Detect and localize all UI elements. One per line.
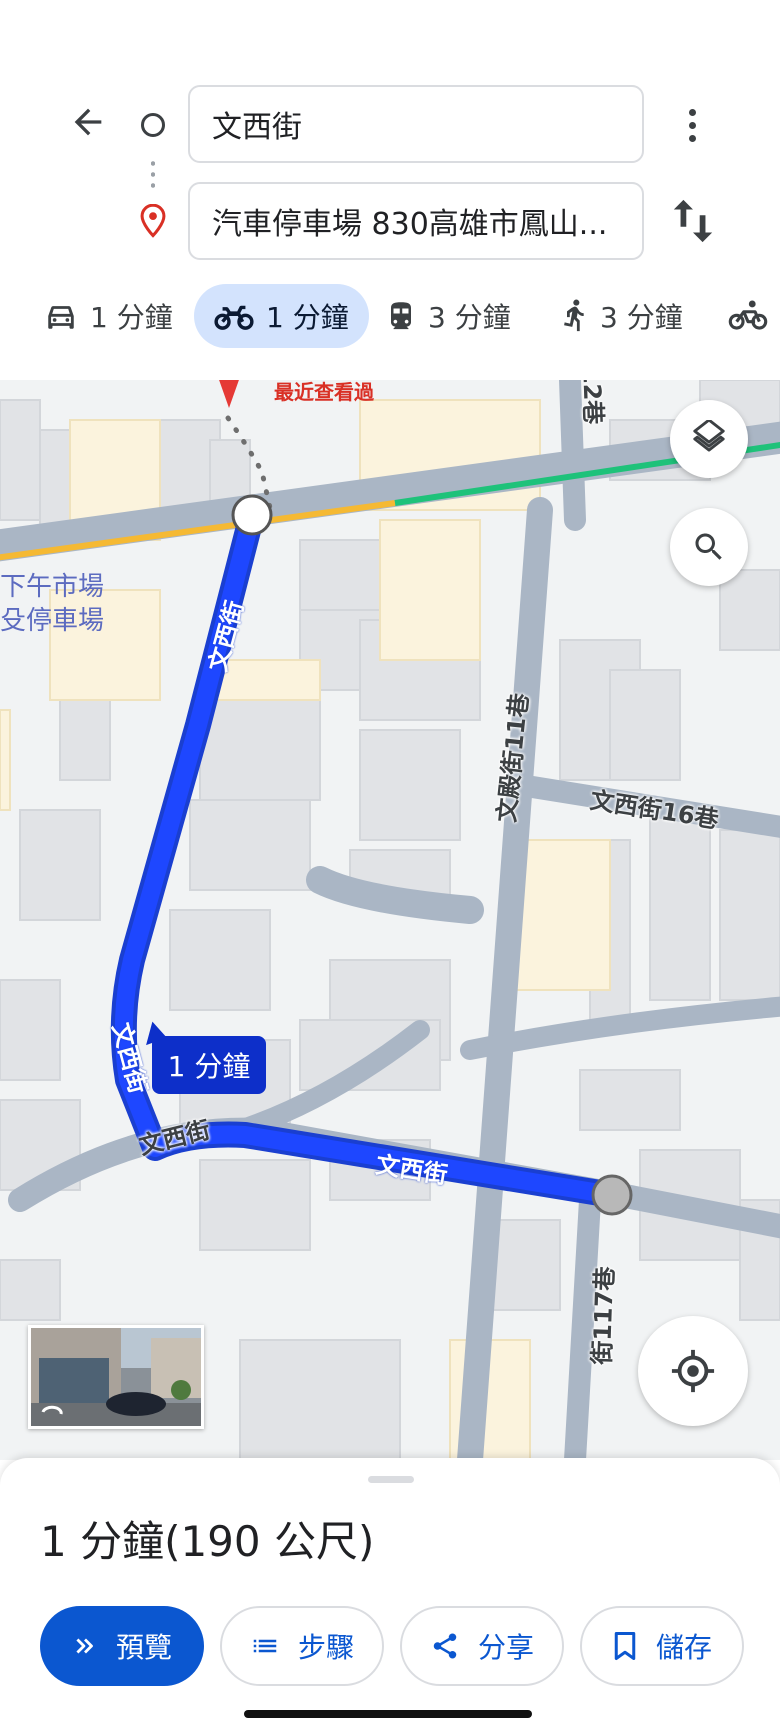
back-button[interactable] — [62, 96, 114, 148]
swap-vert-icon — [673, 199, 713, 243]
walk-icon — [564, 299, 584, 332]
bookmark-icon — [614, 1632, 636, 1660]
route-summary: 1 分鐘(190 公尺) — [40, 1508, 374, 1569]
preview-label: 預覽 — [115, 1631, 172, 1664]
double-chevron-icon — [76, 1638, 93, 1654]
more-vert-icon — [688, 108, 696, 116]
street-label-lane-117: 街117巷 — [587, 1266, 620, 1366]
route-bottom-sheet: 1 分鐘(190 公尺) 預覽 步驟 分享 儲存 — [0, 1458, 780, 1733]
motorcycle-icon — [214, 305, 254, 330]
travel-mode-bar: 1 分鐘 1 分鐘 3 分鐘 3 分鐘 — [0, 282, 780, 352]
mode-motorcycle-time: 1 分鐘 — [266, 301, 349, 334]
more-options-button[interactable] — [672, 100, 712, 150]
street-view-thumbnail[interactable] — [28, 1325, 204, 1429]
share-button[interactable]: 分享 — [400, 1606, 564, 1686]
mode-car-time: 1 分鐘 — [90, 301, 173, 334]
route-duration: 1 分鐘 — [40, 1517, 165, 1566]
destination-text: 汽車停車場 830高雄市鳳山... — [212, 207, 608, 242]
layers-button[interactable] — [670, 400, 748, 478]
map-base — [0, 380, 780, 1460]
steps-label: 步驟 — [297, 1631, 354, 1664]
back-arrow-icon — [74, 108, 102, 136]
share-icon — [433, 1633, 457, 1659]
mode-bicycle[interactable] — [728, 284, 768, 348]
place-label-parking: 殳停車場 — [0, 606, 105, 636]
home-indicator — [244, 1710, 532, 1718]
search-icon — [695, 533, 722, 560]
destination-pin-icon — [138, 203, 168, 242]
map-view[interactable]: 最近查看過 下午市場 殳停車場 文西街 文西街 文西街 文西街 文殿街11巷 文… — [0, 380, 780, 1460]
origin-circle-icon — [141, 113, 165, 137]
save-button[interactable]: 儲存 — [580, 1606, 744, 1686]
route-time-bubble[interactable]: 1 分鐘 — [152, 1036, 266, 1094]
my-location-icon — [671, 1349, 715, 1393]
train-icon — [391, 302, 411, 330]
layers-icon — [693, 420, 725, 452]
preview-button[interactable]: 預覽 — [40, 1606, 204, 1686]
directions-header: 文西街 汽車停車場 830高雄市鳳山... 1 分鐘 1 分鐘 3 分鐘 3 分… — [0, 0, 780, 380]
recently-viewed-label: 最近查看過 — [274, 380, 374, 404]
mode-walk[interactable]: 3 分鐘 — [560, 284, 683, 348]
save-label: 儲存 — [655, 1631, 712, 1664]
map-search-button[interactable] — [670, 508, 748, 586]
car-icon — [48, 306, 74, 329]
destination-input[interactable]: 汽車停車場 830高雄市鳳山... — [188, 182, 644, 260]
route-connector-dots — [151, 158, 155, 190]
origin-text: 文西街 — [212, 110, 302, 145]
origin-input[interactable]: 文西街 — [188, 85, 644, 163]
mode-transit[interactable]: 3 分鐘 — [386, 284, 511, 348]
share-label: 分享 — [477, 1631, 534, 1664]
mode-car[interactable]: 1 分鐘 — [44, 284, 173, 348]
route-distance: (190 公尺) — [164, 1517, 375, 1566]
swap-locations-button[interactable] — [670, 196, 716, 246]
mode-transit-time: 3 分鐘 — [428, 301, 511, 334]
my-location-button[interactable] — [638, 1316, 748, 1426]
street-label-lane-12: 12巷 — [577, 380, 608, 425]
mode-motorcycle[interactable]: 1 分鐘 — [194, 284, 369, 348]
steps-button[interactable]: 步驟 — [220, 1606, 384, 1686]
sheet-drag-handle[interactable] — [368, 1476, 414, 1483]
mode-walk-time: 3 分鐘 — [600, 301, 683, 334]
list-icon — [253, 1639, 277, 1653]
bicycle-icon — [728, 300, 768, 330]
place-label-market: 下午市場 — [0, 572, 105, 602]
